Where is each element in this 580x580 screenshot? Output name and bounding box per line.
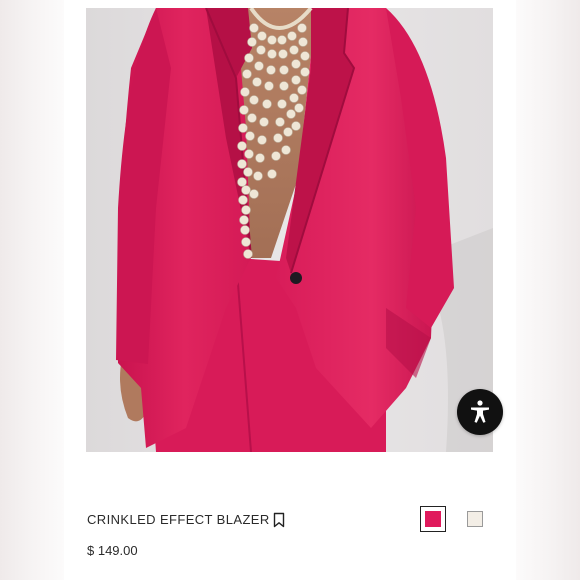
- color-swatch-pink[interactable]: [420, 506, 446, 532]
- color-swatch-ecru[interactable]: [462, 506, 488, 532]
- accessibility-button[interactable]: [457, 389, 503, 435]
- accessibility-icon: [471, 400, 489, 423]
- product-name[interactable]: CRINKLED EFFECT BLAZER: [87, 512, 270, 527]
- color-swatch-ecru-chip: [467, 511, 483, 527]
- color-swatch-pink-chip: [425, 511, 441, 527]
- product-price: $ 149.00: [87, 543, 138, 558]
- bookmark-icon: [273, 512, 285, 528]
- product-photo-illustration: [86, 8, 493, 452]
- page: CRINKLED EFFECT BLAZER $ 149.00: [0, 0, 580, 580]
- product-image[interactable]: [86, 8, 493, 452]
- bookmark-button[interactable]: [272, 512, 286, 528]
